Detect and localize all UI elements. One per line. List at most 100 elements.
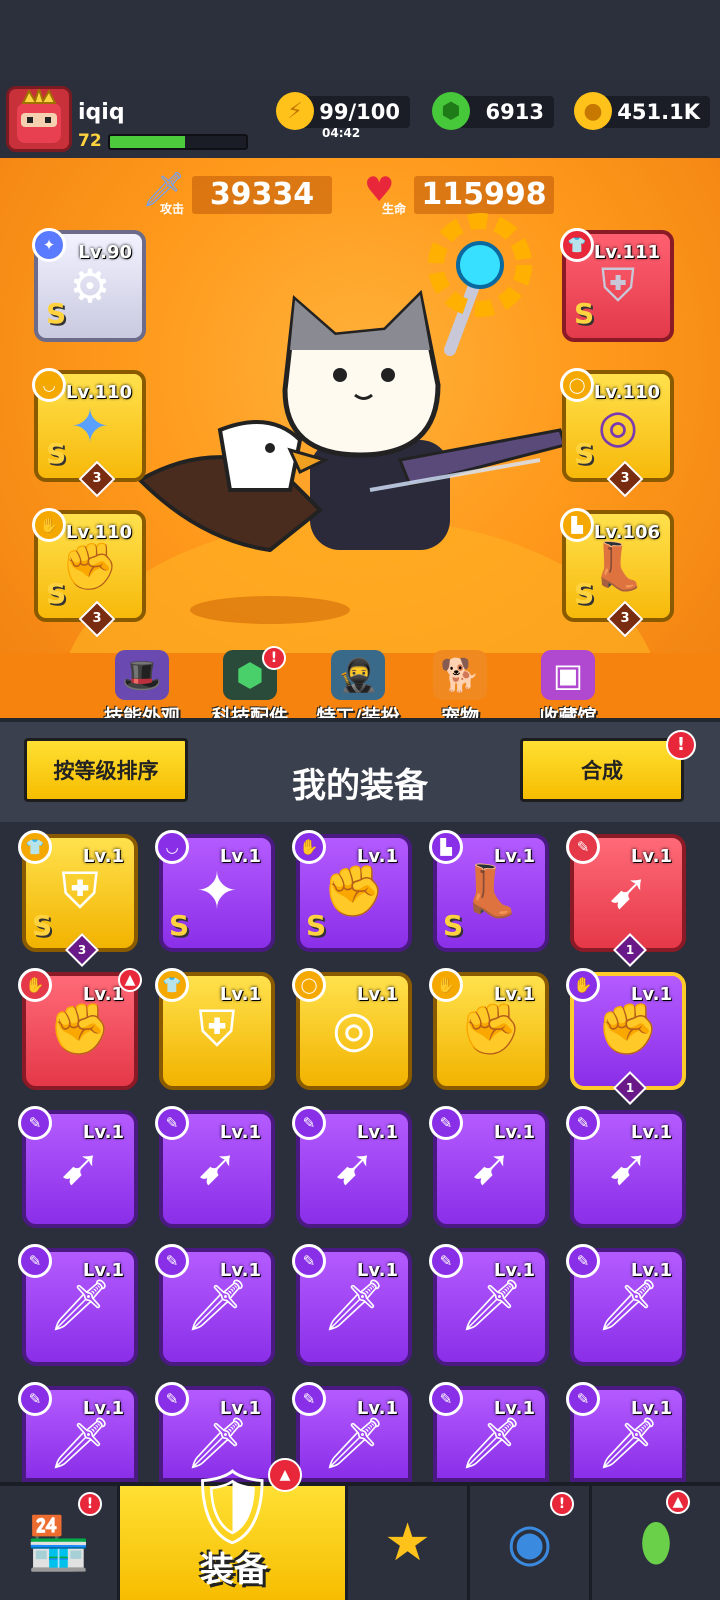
attack-value: 39334 bbox=[192, 176, 332, 214]
slot-type-badge-icon: ▙ bbox=[429, 830, 463, 864]
equipment-card[interactable]: ✋ ✊ Lv.1 1 bbox=[566, 968, 686, 1105]
equipment-card[interactable]: ✎ 🗡 Lv.1 bbox=[18, 1244, 138, 1366]
equipment-card[interactable]: 👕 ⛨ Lv.1 bbox=[155, 968, 275, 1090]
equipment-card[interactable]: ✋ ✊ Lv.1 ▲ bbox=[18, 968, 142, 1090]
equipment-card[interactable]: ◯ ◎ Lv.1 bbox=[292, 968, 412, 1090]
notification-badge: ▲ bbox=[268, 1458, 302, 1492]
kunai-icon: ➹ bbox=[59, 1138, 101, 1196]
card-level: Lv.1 bbox=[493, 1122, 535, 1143]
equipment-card[interactable]: ✎ 🗡 Lv.1 bbox=[566, 1244, 686, 1366]
slot-type-badge-icon: ✎ bbox=[292, 1382, 326, 1416]
slot-type-badge-icon: ✎ bbox=[155, 1106, 189, 1140]
equipment-card[interactable]: ✎ ➹ Lv.1 bbox=[292, 1106, 412, 1228]
equipped-left-1[interactable]: ✦ ⚙ Lv.90 S bbox=[32, 228, 146, 342]
kunai-icon: ➹ bbox=[607, 862, 649, 920]
equipment-card[interactable]: ✎ 🗡 Lv.1 bbox=[292, 1382, 412, 1482]
shiba-dog-icon: 🐕 bbox=[433, 650, 487, 700]
slot-type-badge-icon: ✎ bbox=[566, 1382, 600, 1416]
equipped-right-3[interactable]: ▙ 👢 Lv.106 S 3 bbox=[560, 508, 674, 638]
slot-level: Lv.110 bbox=[65, 522, 132, 543]
notification-badge: ! bbox=[78, 1492, 102, 1516]
equipment-card[interactable]: ◡ ✦ Lv.1 S bbox=[155, 830, 275, 952]
card-level: Lv.1 bbox=[356, 1122, 398, 1143]
card-level: Lv.1 bbox=[356, 984, 398, 1005]
card-level: Lv.1 bbox=[630, 1398, 672, 1419]
slot-type-badge-icon: ✎ bbox=[18, 1382, 52, 1416]
equipment-card[interactable]: ✎ 🗡 Lv.1 bbox=[566, 1382, 686, 1482]
weapons-star-icon: ★ bbox=[384, 1513, 431, 1573]
gauntlet-icon: ✊ bbox=[61, 538, 119, 593]
equipment-card[interactable]: ✎ 🗡 Lv.1 bbox=[18, 1382, 138, 1482]
player-avatar[interactable] bbox=[6, 86, 72, 152]
lightning-icon[interactable]: ⚡ bbox=[276, 92, 314, 130]
sword-icon: 🗡 bbox=[48, 1414, 112, 1472]
slot-type-badge-icon: ✎ bbox=[155, 1382, 189, 1416]
merge-notification-badge: ! bbox=[666, 730, 696, 760]
card-level: Lv.1 bbox=[356, 846, 398, 867]
notification-badge: ▲ bbox=[666, 1490, 690, 1514]
card-level: Lv.1 bbox=[493, 846, 535, 867]
belt-badge-icon: ◯ bbox=[560, 368, 594, 402]
hero-character[interactable] bbox=[120, 210, 580, 630]
merge-button[interactable]: 合成 bbox=[520, 738, 684, 802]
equipment-card[interactable]: 👕 ⛨ Lv.1 S 3 bbox=[18, 830, 138, 967]
slot-level: Lv.110 bbox=[65, 382, 132, 403]
sort-by-level-button[interactable]: 按等级排序 bbox=[24, 738, 188, 802]
planet-icon: ◉ bbox=[506, 1513, 553, 1573]
glove-badge-icon: ✋ bbox=[32, 508, 66, 542]
nav-shop[interactable]: 🏪 ! bbox=[0, 1486, 120, 1600]
nav-weapons[interactable]: ★ bbox=[348, 1486, 470, 1600]
card-level: Lv.1 bbox=[493, 1398, 535, 1419]
notification-badge: ! bbox=[262, 646, 286, 670]
equipment-card[interactable]: ✎ ➹ Lv.1 bbox=[18, 1106, 138, 1228]
gem-icon[interactable]: ⬢ bbox=[432, 92, 470, 130]
card-level: Lv.1 bbox=[630, 1122, 672, 1143]
nav-planet[interactable]: ◉ ! bbox=[470, 1486, 592, 1600]
equipment-icon: 🛡 bbox=[185, 1463, 280, 1550]
slot-type-badge-icon: ✋ bbox=[429, 968, 463, 1002]
equipped-right-2[interactable]: ◯ ◎ Lv.110 S 3 bbox=[560, 368, 674, 498]
slot-type-badge-icon: 👕 bbox=[18, 830, 52, 864]
equipment-card[interactable]: ✋ ✊ Lv.1 bbox=[429, 968, 549, 1090]
slot-level: Lv.111 bbox=[593, 242, 660, 263]
equipment-card[interactable]: ✎ ➹ Lv.1 1 bbox=[566, 830, 686, 967]
slot-grade: S bbox=[574, 577, 595, 610]
player-level: 72 bbox=[78, 131, 102, 151]
slot-level: Lv.106 bbox=[593, 522, 660, 543]
equipment-card[interactable]: ✎ ➹ Lv.1 bbox=[155, 1106, 275, 1228]
slot-type-badge-icon: 👕 bbox=[155, 968, 189, 1002]
xp-bar-fill bbox=[110, 136, 185, 148]
equipped-left-3[interactable]: ✋ ✊ Lv.110 S 3 bbox=[32, 508, 146, 638]
equipped-right-1[interactable]: 👕 ⛨ Lv.111 S bbox=[560, 228, 674, 342]
equipment-card[interactable]: ✎ 🗡 Lv.1 bbox=[292, 1244, 412, 1366]
slot-grade: S bbox=[46, 577, 67, 610]
agent-head-icon: 🥷 bbox=[331, 650, 385, 700]
armor-badge-icon: 👕 bbox=[560, 228, 594, 262]
equipment-title: 我的装备 bbox=[292, 766, 428, 806]
equipment-card[interactable]: ✎ 🗡 Lv.1 bbox=[429, 1382, 549, 1482]
gauntlet-icon: ✊ bbox=[48, 1000, 112, 1058]
equipment-card[interactable]: ✋ ✊ Lv.1 S bbox=[292, 830, 412, 952]
equipment-card[interactable]: ✎ ➹ Lv.1 bbox=[566, 1106, 686, 1228]
coin-icon[interactable]: ● bbox=[574, 92, 612, 130]
slot-grade: S bbox=[574, 297, 595, 330]
slot-type-badge-icon: ✋ bbox=[566, 968, 600, 1002]
equipment-card[interactable]: ✎ ➹ Lv.1 bbox=[429, 1106, 549, 1228]
equipment-card[interactable]: ▙ 👢 Lv.1 S bbox=[429, 830, 549, 952]
sword-icon: 🗡 bbox=[48, 1276, 112, 1334]
slot-level: Lv.90 bbox=[78, 242, 132, 263]
nav-lab[interactable]: ⬮ ▲ bbox=[592, 1486, 720, 1600]
equipped-left-2[interactable]: ◡ ✦ Lv.110 S 3 bbox=[32, 368, 146, 498]
belt-icon: ◎ bbox=[332, 1000, 376, 1058]
kunai-icon: ➹ bbox=[333, 1138, 375, 1196]
staff-icon: ⚙ bbox=[69, 259, 111, 313]
card-grade: S bbox=[443, 909, 464, 942]
boots-icon: 👢 bbox=[589, 538, 647, 593]
card-level: Lv.1 bbox=[630, 846, 672, 867]
slot-type-badge-icon: ✎ bbox=[429, 1382, 463, 1416]
equipment-card[interactable]: ✎ 🗡 Lv.1 bbox=[429, 1244, 549, 1366]
nav-equipment-label: 装备 bbox=[200, 1550, 268, 1590]
xp-bar bbox=[108, 134, 248, 150]
equipment-card[interactable]: ✎ 🗡 Lv.1 bbox=[155, 1244, 275, 1366]
sword-icon: 🗡 bbox=[459, 1414, 523, 1472]
